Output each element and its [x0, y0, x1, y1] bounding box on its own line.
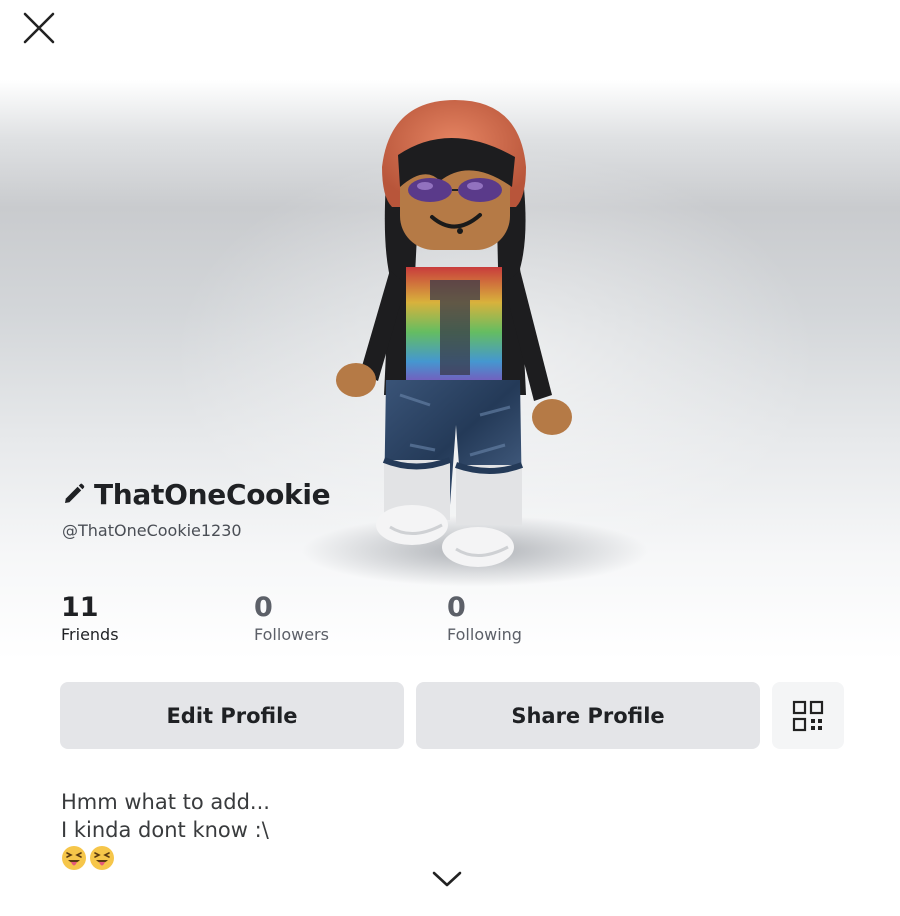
- squinting-face-with-tongue-icon: [62, 846, 86, 870]
- stat-followers-label: Followers: [254, 625, 329, 644]
- chevron-down-icon[interactable]: [430, 866, 464, 890]
- pencil-icon[interactable]: [62, 482, 86, 506]
- bio-emoji-row: [61, 845, 270, 871]
- qr-code-icon: [792, 700, 824, 731]
- stat-followers-count: 0: [254, 592, 273, 623]
- close-button[interactable]: [18, 8, 60, 48]
- username: @ThatOneCookie1230: [62, 521, 242, 540]
- stat-following-label: Following: [447, 625, 522, 644]
- stat-following[interactable]: 0 Following: [447, 592, 522, 646]
- stat-friends[interactable]: 11 Friends: [61, 592, 119, 646]
- qr-code-button[interactable]: [772, 682, 844, 749]
- bio-text: Hmm what to add... I kinda dont know :\: [61, 788, 270, 871]
- share-profile-button[interactable]: Share Profile: [416, 682, 760, 749]
- stat-following-count: 0: [447, 592, 466, 623]
- stat-friends-count: 11: [61, 592, 99, 623]
- avatar-3d-figure[interactable]: [320, 95, 590, 575]
- display-name: ThatOneCookie: [94, 477, 331, 511]
- edit-profile-button[interactable]: Edit Profile: [60, 682, 404, 749]
- stat-friends-label: Friends: [61, 625, 119, 644]
- stat-followers[interactable]: 0 Followers: [254, 592, 329, 646]
- bio-line-1: Hmm what to add...: [61, 790, 270, 814]
- close-icon: [23, 12, 55, 44]
- bio-line-2: I kinda dont know :\: [61, 818, 269, 842]
- display-name-row[interactable]: ThatOneCookie: [62, 476, 331, 512]
- squinting-face-with-tongue-icon: [90, 846, 114, 870]
